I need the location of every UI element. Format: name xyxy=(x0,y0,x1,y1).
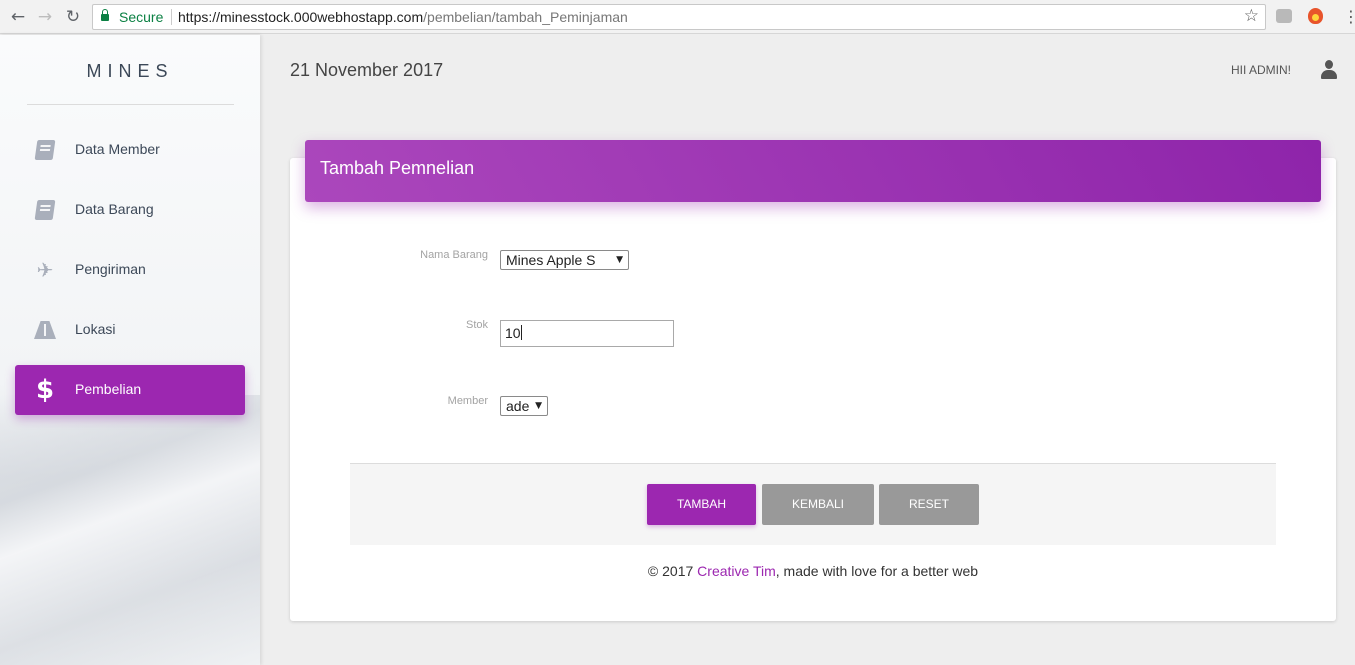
sidebar: MINES Data Member Data Barang ✈ Pengirim… xyxy=(0,35,260,665)
extension-icon[interactable] xyxy=(1276,9,1292,23)
copyright-prefix: © 2017 xyxy=(647,563,698,579)
member-select[interactable]: ade ▼ xyxy=(500,396,548,416)
bookmark-star-icon[interactable]: ☆ xyxy=(1244,6,1259,26)
nama-barang-value: Mines Apple S xyxy=(506,252,596,268)
url-host: https://minesstock.000webhostapp.com xyxy=(178,9,424,25)
page-title: Tambah Pemnelian xyxy=(320,158,475,178)
browser-menu-icon[interactable]: ⋮ xyxy=(1343,7,1355,27)
member-label: Member xyxy=(447,395,488,407)
sidebar-background-image xyxy=(0,395,260,665)
text-caret xyxy=(520,325,522,340)
sidebar-item-label: Data Barang xyxy=(75,201,154,217)
book-icon xyxy=(33,139,57,161)
member-value: ade xyxy=(506,398,530,414)
copyright-suffix: , made with love for a better web xyxy=(775,563,979,579)
secure-label: Secure xyxy=(119,9,164,25)
sidebar-item-pengiriman[interactable]: ✈ Pengiriman xyxy=(15,245,245,295)
forward-arrow-icon[interactable]: → xyxy=(35,7,55,27)
stok-input[interactable]: 10 xyxy=(500,320,674,347)
address-separator xyxy=(171,9,172,25)
sidebar-item-label: Lokasi xyxy=(75,321,116,337)
reset-button[interactable]: RESET xyxy=(879,484,979,525)
book-icon xyxy=(33,199,57,221)
dollar-icon: $ xyxy=(35,375,55,405)
user-icon[interactable] xyxy=(1321,60,1337,80)
form-card xyxy=(290,158,1336,621)
creative-tim-link[interactable]: Creative Tim xyxy=(697,563,776,579)
sidebar-item-label: Pengiriman xyxy=(75,261,146,277)
divider xyxy=(27,104,234,105)
browser-toolbar: ← → ↻ Secure https://minesstock.000webho… xyxy=(0,0,1355,34)
url-path: /pembelian/tambah_Peminjaman xyxy=(423,9,628,25)
copyright: © 2017 Creative Tim, made with love for … xyxy=(300,563,1326,579)
sidebar-item-label: Pembelian xyxy=(75,381,142,397)
sidebar-item-pembelian[interactable]: $ Pembelian xyxy=(15,365,245,415)
dropdown-arrow-icon: ▼ xyxy=(616,255,623,265)
address-bar[interactable]: Secure https://minesstock.000webhostapp.… xyxy=(92,4,1266,30)
road-icon xyxy=(33,319,57,341)
airplane-icon: ✈ xyxy=(36,258,54,282)
sidebar-item-label: Data Member xyxy=(75,141,160,157)
url-text[interactable]: https://minesstock.000webhostapp.com/pem… xyxy=(178,9,628,25)
page-date: 21 November 2017 xyxy=(290,60,444,80)
back-arrow-icon[interactable]: ← xyxy=(8,7,28,27)
card-header: Tambah Pemnelian xyxy=(305,140,1321,202)
kembali-button[interactable]: KEMBALI xyxy=(762,484,874,525)
sidebar-item-lokasi[interactable]: Lokasi xyxy=(15,305,245,355)
nama-barang-label: Nama Barang xyxy=(420,249,488,261)
tambah-button[interactable]: TAMBAH xyxy=(647,484,756,525)
stok-value: 10 xyxy=(505,325,521,341)
stok-label: Stok xyxy=(465,319,488,331)
nama-barang-select[interactable]: Mines Apple S ▼ xyxy=(500,250,629,270)
lock-icon xyxy=(101,9,109,22)
sidebar-item-data-member[interactable]: Data Member xyxy=(15,125,245,175)
reload-icon[interactable]: ↻ xyxy=(63,7,83,27)
dropdown-arrow-icon: ▼ xyxy=(535,401,542,411)
extension-fire-icon[interactable] xyxy=(1308,8,1323,24)
user-greeting: HII ADMIN! xyxy=(1231,63,1292,77)
logo[interactable]: MINES xyxy=(0,61,260,82)
sidebar-item-data-barang[interactable]: Data Barang xyxy=(15,185,245,235)
